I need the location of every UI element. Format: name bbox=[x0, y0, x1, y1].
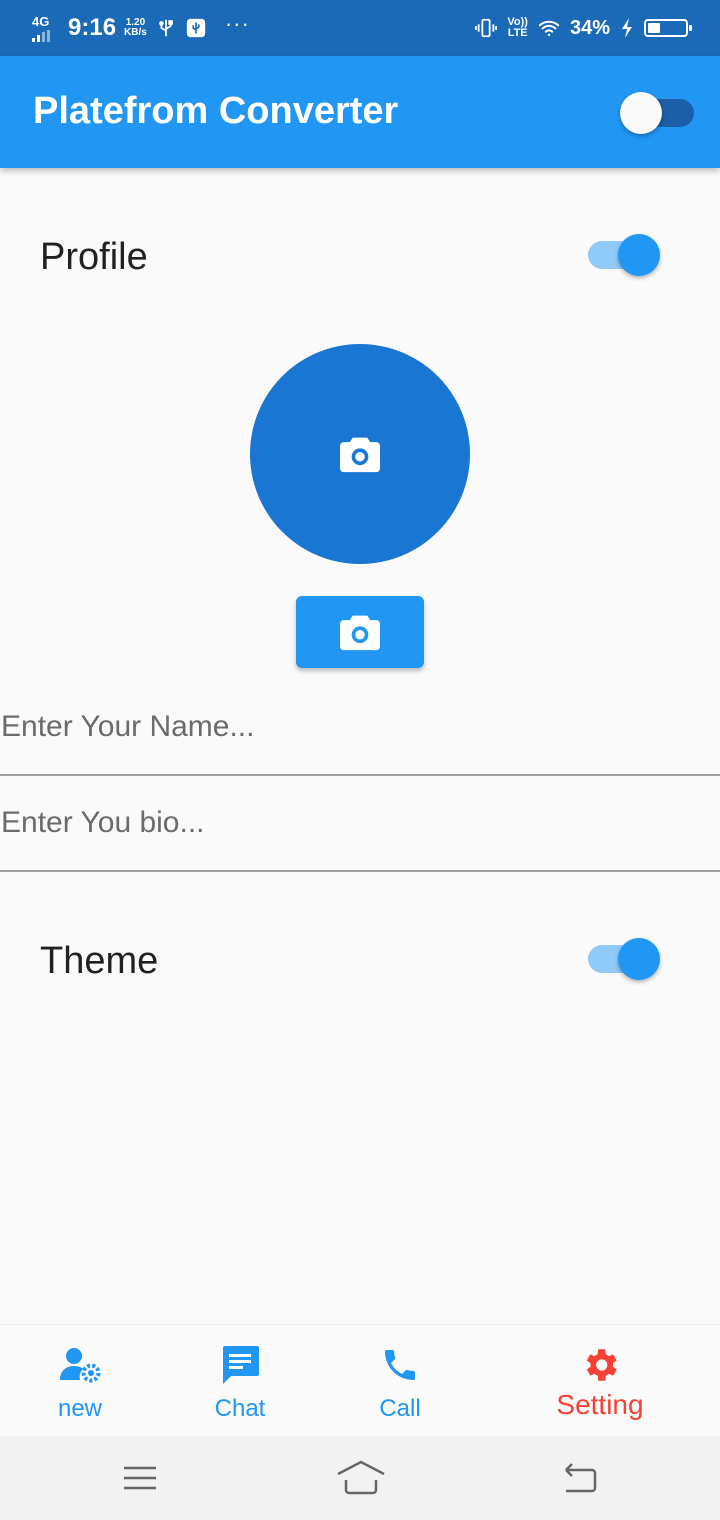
recents-button[interactable] bbox=[118, 1458, 162, 1498]
user-gear-icon bbox=[58, 1343, 102, 1387]
status-bar-right: Vo)) LTE 34% bbox=[475, 12, 692, 44]
bio-field bbox=[0, 776, 720, 872]
nav-label-setting: Setting bbox=[556, 1389, 644, 1420]
camera-icon bbox=[340, 615, 380, 651]
status-bar-left: 4G 9:16 1.20 KB/s ··· bbox=[32, 11, 250, 44]
nav-label-call: Call bbox=[379, 1395, 421, 1422]
menu-icon bbox=[124, 1466, 156, 1490]
name-input[interactable] bbox=[0, 680, 720, 774]
battery-percent: 34% bbox=[569, 16, 610, 39]
gear-icon bbox=[579, 1343, 621, 1387]
nav-label-chat: Chat bbox=[214, 1395, 266, 1422]
app-bar: Platefrom Converter bbox=[0, 56, 720, 168]
wifi-icon bbox=[538, 20, 560, 37]
status-time: 9:16 bbox=[68, 14, 117, 41]
back-icon bbox=[565, 1463, 597, 1493]
camera-icon bbox=[340, 437, 380, 473]
speed-unit: KB/s bbox=[124, 27, 147, 38]
nav-item-new[interactable]: new bbox=[20, 1325, 140, 1437]
theme-label: Theme bbox=[40, 940, 159, 982]
home-button[interactable] bbox=[336, 1458, 386, 1498]
usb-icon bbox=[158, 19, 173, 37]
vibrate-icon bbox=[475, 18, 498, 38]
name-field bbox=[0, 680, 720, 776]
platform-switch-thumb bbox=[620, 92, 662, 134]
theme-switch-thumb bbox=[618, 938, 660, 980]
pick-image-button[interactable] bbox=[296, 596, 424, 668]
page-title: Platefrom Converter bbox=[33, 90, 399, 132]
theme-switch[interactable] bbox=[586, 938, 662, 982]
battery-icon bbox=[644, 19, 692, 37]
bio-input[interactable] bbox=[0, 776, 720, 870]
phone-icon bbox=[380, 1343, 420, 1387]
profile-switch[interactable] bbox=[586, 234, 662, 278]
battery-fill bbox=[648, 23, 660, 33]
usb-debug-icon bbox=[186, 18, 206, 38]
network-speed: 1.20 KB/s bbox=[124, 18, 147, 38]
status-bar: 4G 9:16 1.20 KB/s ··· Vo)) LTE 34% bbox=[0, 0, 720, 56]
nav-item-setting[interactable]: Setting bbox=[520, 1325, 680, 1437]
system-navigation-bar bbox=[0, 1436, 720, 1520]
bottom-navigation: new Chat Call Setting bbox=[0, 1324, 720, 1436]
lte-label: LTE bbox=[507, 27, 528, 39]
back-button[interactable] bbox=[558, 1458, 602, 1498]
volte-indicator: Vo)) LTE bbox=[507, 17, 528, 39]
chat-icon bbox=[219, 1343, 261, 1387]
more-notifications-icon: ··· bbox=[224, 11, 250, 36]
profile-label: Profile bbox=[40, 236, 148, 278]
charging-icon bbox=[622, 18, 632, 38]
nav-item-chat[interactable]: Chat bbox=[180, 1325, 300, 1437]
platform-switch[interactable] bbox=[620, 92, 694, 134]
home-icon bbox=[337, 1460, 385, 1495]
network-type: 4G bbox=[32, 14, 50, 29]
nav-label-new: new bbox=[57, 1395, 103, 1422]
avatar[interactable] bbox=[250, 344, 470, 564]
nav-item-call[interactable]: Call bbox=[340, 1325, 460, 1437]
profile-switch-thumb bbox=[618, 234, 660, 276]
signal-icon: 4G bbox=[32, 14, 60, 42]
